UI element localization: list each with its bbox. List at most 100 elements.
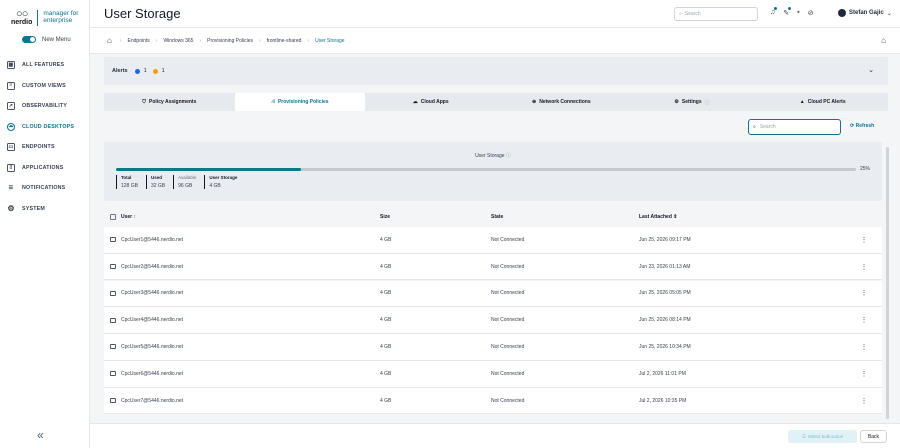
- home-shortcut-icon[interactable]: ⌂: [881, 36, 886, 45]
- tab-network-connections[interactable]: ⊕ Network Connections: [496, 93, 627, 111]
- sidebar-item-label: CUSTOM VIEWS: [22, 82, 66, 89]
- cell-size: 4 GB: [380, 343, 392, 350]
- stat-value: 4 GB: [209, 183, 221, 189]
- chevron-down-icon[interactable]: ⌄: [868, 66, 874, 74]
- search-icon: ⌕: [679, 11, 682, 17]
- cloud-pc-icon: [110, 344, 116, 350]
- endpoints-icon: ▭: [7, 143, 15, 152]
- select-all-checkbox[interactable]: [110, 214, 116, 220]
- table-row[interactable]: CpcUser3@5446.nerdio.net 4 GB Not Connecte…: [104, 280, 882, 308]
- column-user[interactable]: User ↑: [121, 214, 380, 220]
- cell-state: Not Connected: [491, 236, 525, 243]
- cell-user[interactable]: CpcUser6@5446.nerdio.net: [121, 371, 380, 377]
- row-menu-icon[interactable]: ⋮: [859, 370, 869, 378]
- cell-user[interactable]: CpcUser5@5446.nerdio.net: [121, 344, 380, 350]
- breadcrumb-windows-365[interactable]: Windows 365: [163, 38, 193, 44]
- cell-user[interactable]: CpcUser4@5446.nerdio.net: [121, 317, 380, 323]
- search-input[interactable]: ⌕ Search: [748, 119, 841, 135]
- breadcrumb-endpoints[interactable]: Endpoints: [128, 38, 150, 44]
- tab-policy-assignments[interactable]: ⛉ Policy Assignments: [104, 93, 235, 111]
- storage-summary: User Storage ⓘ 25% Total 128 GB Used 32 GB…: [104, 142, 882, 201]
- row-menu-icon[interactable]: ⋮: [859, 236, 869, 244]
- new-menu-toggle[interactable]: New Menu: [22, 36, 89, 43]
- cell-user[interactable]: CpcUser1@5446.nerdio.net: [121, 237, 380, 243]
- cell-user[interactable]: CpcUser3@5446.nerdio.net: [121, 290, 380, 296]
- back-button[interactable]: Back: [860, 430, 887, 443]
- sidebar-item-endpoints[interactable]: ▭ ENDPOINTS: [0, 137, 89, 158]
- cell-state: Not Connected: [491, 263, 525, 270]
- table-row[interactable]: CpcUser1@5446.nerdio.net 4 GB Not Connecte…: [104, 227, 882, 254]
- nerdio-logo[interactable]: ○○ nerdio manager for enterprise: [0, 0, 89, 28]
- sidebar-item-all-features[interactable]: ▦ ALL FEATURES: [0, 55, 89, 76]
- tab-cloud-pc-alerts[interactable]: ▲ Cloud PC Alerts: [757, 93, 888, 111]
- logo-word: nerdio: [11, 19, 33, 26]
- cell-last-attached: Jun 25, 2026 09:17 PM: [639, 236, 691, 243]
- sidebar-item-cloud-desktops[interactable]: ☁ CLOUD DESKTOPS: [0, 117, 89, 138]
- gear-icon: ⚙: [674, 99, 679, 105]
- search-icon: ⌕: [753, 124, 756, 130]
- bulk-action-label: Select bulk action: [807, 434, 844, 439]
- row-menu-icon[interactable]: ⋮: [859, 316, 869, 324]
- announcements-icon[interactable]: ✎: [783, 7, 791, 17]
- global-search-placeholder: Search: [684, 11, 701, 17]
- chat-icon[interactable]: ▪: [797, 9, 799, 17]
- new-menu-label: New Menu: [42, 36, 71, 43]
- info-alert-dot-icon: [134, 68, 140, 74]
- network-icon: ⊕: [532, 99, 537, 105]
- table-row[interactable]: CpcUser5@5446.nerdio.net 4 GB Not Connecte…: [104, 334, 882, 361]
- global-search-input[interactable]: ⌕ Search: [674, 7, 758, 21]
- stat-value: 96 GB: [178, 183, 193, 189]
- row-menu-icon[interactable]: ⋮: [859, 263, 869, 271]
- policy-icon: ⛉: [142, 99, 147, 105]
- help-icon[interactable]: ⊘: [808, 9, 814, 17]
- tab-settings[interactable]: ⚙ Settings ⓘ: [627, 93, 758, 111]
- stat-label: User Storage: [209, 175, 238, 180]
- cell-size: 4 GB: [380, 370, 392, 377]
- row-menu-icon[interactable]: ⋮: [859, 397, 869, 405]
- column-state: State: [491, 214, 504, 220]
- breadcrumb-provisioning-policies[interactable]: Provisioning Policies: [207, 38, 253, 44]
- user-name: Stefan Gajic: [849, 10, 884, 16]
- cell-last-attached: Jun 25, 2026 10:34 PM: [639, 343, 691, 350]
- column-last-attached[interactable]: Last Attached ⇕: [639, 214, 859, 220]
- tab-label: Policy Assignments: [149, 99, 197, 105]
- logo-divider: [37, 9, 39, 26]
- sidebar-item-label: ENDPOINTS: [22, 144, 55, 151]
- user-menu[interactable]: Stefan Gajic ⌄: [838, 9, 892, 17]
- chevron-down-icon: ⌄: [886, 10, 892, 17]
- sidebar-item-label: OBSERVABILITY: [22, 103, 68, 110]
- gear-icon: ⚙: [7, 203, 15, 213]
- stat-value: 128 GB: [121, 183, 138, 189]
- alerts-panel[interactable]: Alerts 1 1 ⌄: [104, 57, 888, 85]
- cell-last-attached: Jul 2, 2026 11:01 PM: [639, 370, 686, 377]
- breadcrumb-separator: ›: [119, 37, 122, 44]
- table-row[interactable]: CpcUser2@5446.nerdio.net 4 GB Not Connecte…: [104, 253, 882, 281]
- cloud-pc-icon: [110, 264, 116, 270]
- home-icon[interactable]: ⌂: [107, 36, 112, 45]
- tab-cloud-apps[interactable]: ☁ Cloud Apps: [365, 93, 496, 111]
- sidebar-item-observability[interactable]: ↗ OBSERVABILITY: [0, 96, 89, 117]
- refresh-button[interactable]: ⟳ Refresh: [850, 123, 874, 129]
- table-row[interactable]: CpcUser6@5446.nerdio.net 4 GB Not Connecte…: [104, 361, 882, 388]
- scrollbar[interactable]: [886, 147, 889, 419]
- row-menu-icon[interactable]: ⋮: [859, 289, 869, 297]
- tab-provisioning-policies[interactable]: ⛙ Provisioning Policies: [234, 93, 366, 111]
- collapse-sidebar-button[interactable]: «: [37, 428, 44, 442]
- sidebar-item-applications[interactable]: ▯ APPLICATIONS: [0, 158, 89, 179]
- sidebar-item-notifications[interactable]: ☰ NOTIFICATIONS: [0, 178, 89, 199]
- info-icon: ⓘ: [505, 153, 511, 159]
- row-menu-icon[interactable]: ⋮: [859, 343, 869, 351]
- cell-user[interactable]: CpcUser2@5446.nerdio.net: [121, 264, 380, 270]
- sidebar-item-system[interactable]: ⚙ SYSTEM: [0, 199, 89, 220]
- toggle-switch-icon[interactable]: [22, 36, 36, 43]
- bell-icon[interactable]: ♫: [770, 7, 778, 17]
- sidebar-item-custom-views[interactable]: ≡ CUSTOM VIEWS: [0, 76, 89, 97]
- table-row[interactable]: CpcUser4@5446.nerdio.net 4 GB Not Connecte…: [104, 307, 882, 334]
- breadcrumb-frontline-shared[interactable]: frontline-shared: [267, 38, 302, 44]
- cell-user[interactable]: CpcUser7@5446.nerdio.net: [121, 398, 380, 404]
- cell-last-attached: Jun 25, 2026 08:14 PM: [639, 317, 691, 324]
- table-row[interactable]: CpcUser7@5446.nerdio.net 4 GB Not Connecte…: [104, 387, 882, 415]
- bulk-action-button[interactable]: ☰ Select bulk action: [788, 430, 857, 443]
- grid-icon: ▦: [7, 61, 15, 70]
- cell-state: Not Connected: [491, 397, 525, 404]
